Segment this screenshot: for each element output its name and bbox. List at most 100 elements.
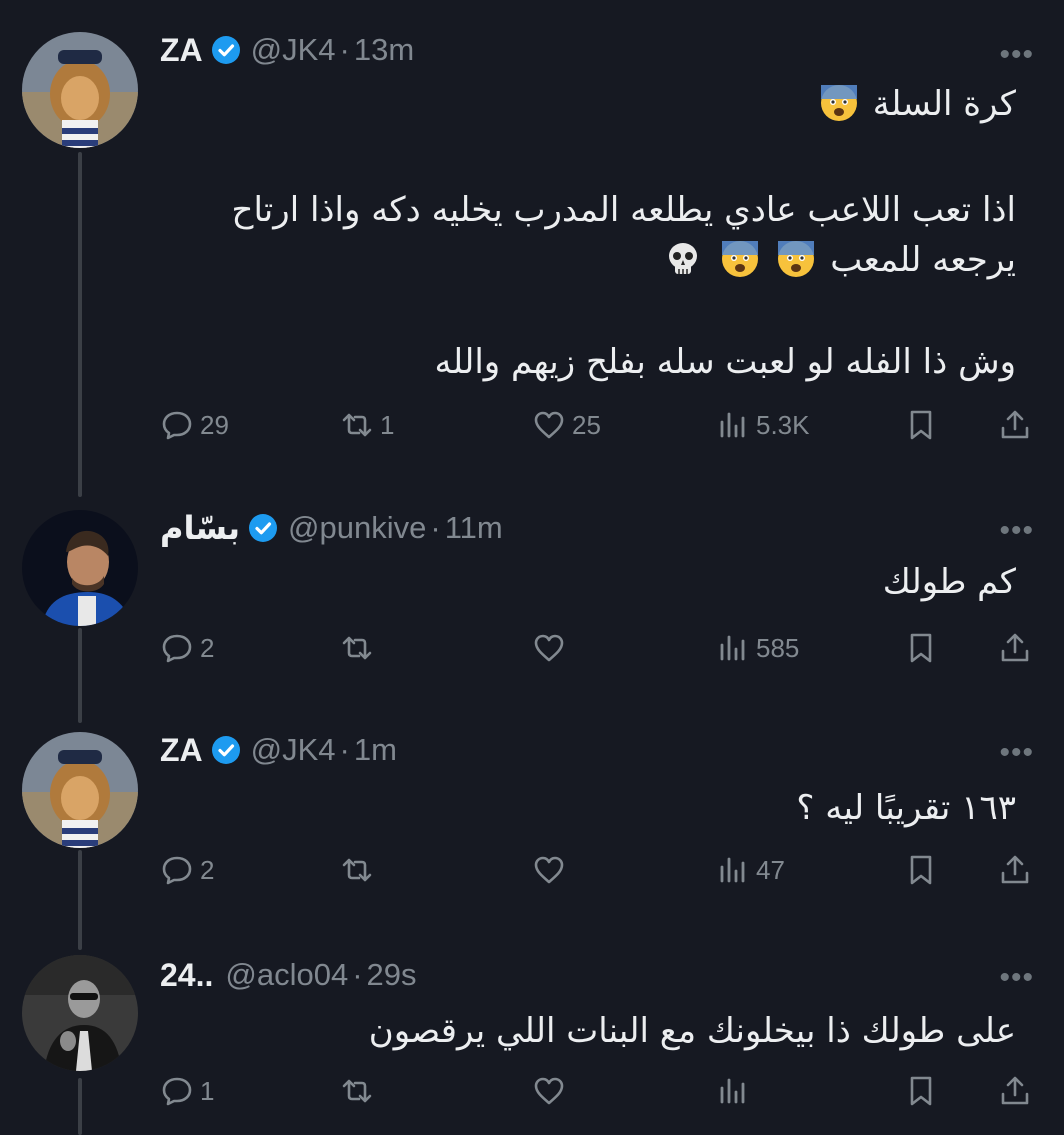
display-name[interactable]: 24..: [160, 957, 213, 994]
bookmark-icon: [904, 853, 938, 887]
repost-icon: [340, 1074, 374, 1108]
heart-icon: [532, 631, 566, 665]
share-icon: [998, 631, 1032, 665]
repost-button[interactable]: [340, 628, 380, 668]
bookmark-button[interactable]: [904, 1071, 938, 1111]
conversation-thread: ZA @JK4 · 13m ••• كرة السلة اذا تعب اللا…: [0, 0, 1064, 1135]
reply-icon: [160, 408, 194, 442]
repost-icon: [340, 853, 374, 887]
like-button[interactable]: [532, 1071, 572, 1111]
tweet-line: وش ذا الفله لو لعبت سله بفلح زيهم والله: [434, 338, 1016, 386]
user-handle[interactable]: @punkive: [288, 510, 426, 546]
reply-button[interactable]: 2: [160, 628, 214, 668]
user-handle[interactable]: @JK4: [251, 732, 336, 768]
bookmark-icon: [904, 631, 938, 665]
display-name[interactable]: ZA: [160, 32, 203, 69]
share-button[interactable]: [998, 850, 1032, 890]
share-icon: [998, 408, 1032, 442]
tweet[interactable]: بسّام @punkive · 11m ••• كم طولك 2 585: [0, 500, 1064, 725]
more-options-icon[interactable]: •••: [999, 514, 1034, 548]
tweet-text: اذا تعب اللاعب عادي يطلعه المدرب يخليه د…: [231, 190, 1017, 230]
anxious-face-icon: [720, 239, 760, 279]
skull-icon: [663, 239, 703, 279]
tweet-line: كم طولك: [883, 558, 1016, 606]
tweet-line: كرة السلة: [816, 80, 1016, 128]
separator-dot: ·: [339, 732, 350, 767]
views-count: 47: [756, 854, 785, 885]
views-icon: [716, 408, 750, 442]
bookmark-button[interactable]: [904, 850, 938, 890]
like-button[interactable]: [532, 850, 572, 890]
timestamp[interactable]: 1m: [354, 732, 397, 768]
bookmark-button[interactable]: [904, 628, 938, 668]
avatar[interactable]: [22, 732, 138, 848]
verified-badge-icon: [248, 513, 278, 543]
views-button[interactable]: 5.3K: [716, 405, 810, 445]
bookmark-icon: [904, 408, 938, 442]
like-count: 25: [572, 409, 601, 440]
tweet-text: ١٦٣ تقريبًا ليه ؟: [796, 788, 1016, 828]
display-name[interactable]: ZA: [160, 732, 203, 769]
bookmark-button[interactable]: [904, 405, 938, 445]
reply-button[interactable]: 1: [160, 1071, 214, 1111]
verified-badge-icon: [211, 735, 241, 765]
separator-dot: ·: [339, 32, 350, 67]
tweet-text: كم طولك: [882, 562, 1016, 602]
reply-icon: [160, 1074, 194, 1108]
repost-button[interactable]: [340, 1071, 380, 1111]
views-icon: [716, 1074, 750, 1108]
reply-button[interactable]: 29: [160, 405, 229, 445]
repost-button[interactable]: 1: [340, 405, 394, 445]
tweet[interactable]: ZA @JK4 · 1m ••• ١٦٣ تقريبًا ليه ؟ 2 47: [0, 722, 1064, 947]
reply-count: 2: [200, 854, 215, 885]
heart-icon: [532, 1074, 566, 1108]
tweet-line: يرجعه للمعب: [660, 236, 1016, 284]
user-handle[interactable]: @JK4: [251, 32, 336, 68]
views-button[interactable]: [716, 1071, 756, 1111]
repost-count: 1: [380, 409, 395, 440]
tweet-line: على طولك ذا بيخلونك مع البنات اللي يرقصو…: [369, 1007, 1016, 1055]
reply-count: 2: [200, 632, 215, 663]
more-options-icon[interactable]: •••: [999, 736, 1034, 770]
timestamp[interactable]: 29s: [367, 957, 417, 993]
share-button[interactable]: [998, 405, 1032, 445]
share-button[interactable]: [998, 628, 1032, 668]
views-count: 5.3K: [756, 409, 810, 440]
avatar[interactable]: [22, 510, 138, 626]
like-button[interactable]: [532, 628, 572, 668]
views-button[interactable]: 585: [716, 628, 799, 668]
repost-icon: [340, 631, 374, 665]
avatar[interactable]: [22, 32, 138, 148]
reply-button[interactable]: 2: [160, 850, 214, 890]
avatar[interactable]: [22, 955, 138, 1071]
reply-count: 29: [200, 409, 229, 440]
tweet[interactable]: ZA @JK4 · 13m ••• كرة السلة اذا تعب اللا…: [0, 0, 1064, 500]
views-count: 585: [756, 632, 800, 663]
user-handle[interactable]: @aclo04: [225, 957, 348, 993]
repost-button[interactable]: [340, 850, 380, 890]
reply-icon: [160, 631, 194, 665]
tweet-text: وش ذا الفله لو لعبت سله بفلح زيهم والله: [434, 342, 1016, 382]
reply-count: 1: [200, 1075, 215, 1106]
tweet-text: يرجعه للمعب: [830, 240, 1016, 280]
views-icon: [716, 853, 750, 887]
like-button[interactable]: 25: [532, 405, 601, 445]
more-options-icon[interactable]: •••: [999, 961, 1034, 995]
anxious-face-icon: [819, 83, 859, 123]
views-icon: [716, 631, 750, 665]
display-name[interactable]: بسّام: [160, 509, 240, 547]
more-options-icon[interactable]: •••: [999, 38, 1034, 72]
timestamp[interactable]: 11m: [445, 510, 503, 546]
tweet[interactable]: 24.. @aclo04 · 29s ••• على طولك ذا بيخلو…: [0, 945, 1064, 1135]
repost-icon: [340, 408, 374, 442]
tweet-line: اذا تعب اللاعب عادي يطلعه المدرب يخليه د…: [232, 186, 1017, 234]
tweet-text: كرة السلة: [872, 84, 1016, 124]
bookmark-icon: [904, 1074, 938, 1108]
views-button[interactable]: 47: [716, 850, 785, 890]
share-button[interactable]: [998, 1071, 1032, 1111]
verified-badge-icon: [211, 35, 241, 65]
share-icon: [998, 1074, 1032, 1108]
timestamp[interactable]: 13m: [354, 32, 414, 68]
heart-icon: [532, 408, 566, 442]
reply-icon: [160, 853, 194, 887]
